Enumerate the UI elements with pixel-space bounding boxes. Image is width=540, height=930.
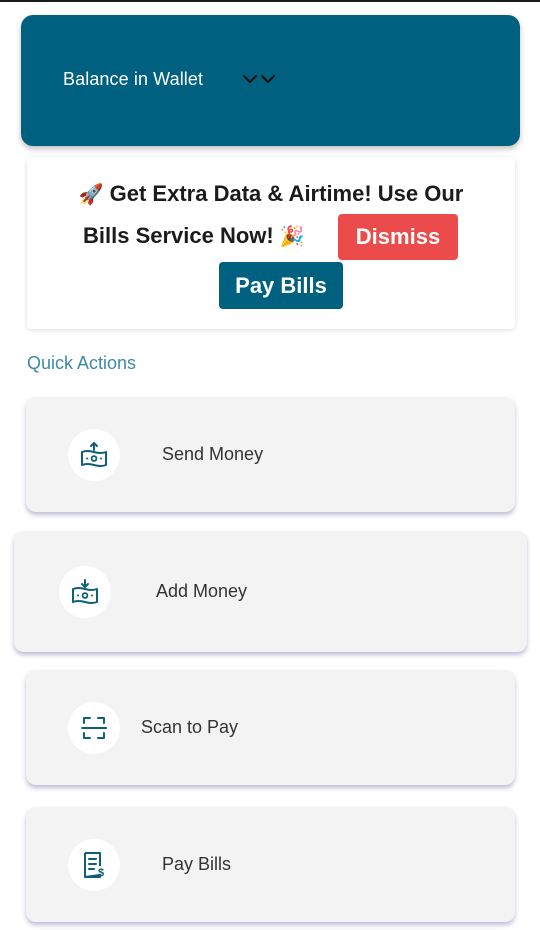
add-money-icon (72, 579, 98, 604)
send-money-icon (81, 442, 107, 467)
send-money-action[interactable]: Send Money (26, 397, 515, 512)
add-money-action[interactable]: Add Money (14, 531, 527, 652)
scan-icon-circle (68, 702, 120, 754)
svg-text:$: $ (98, 867, 104, 879)
scan-icon (81, 717, 107, 739)
wallet-balance-card[interactable]: Balance in Wallet (21, 15, 520, 146)
pay-bills-action[interactable]: $ Pay Bills (26, 807, 515, 922)
pay-bills-label: Pay Bills (162, 854, 232, 874)
top-border (0, 0, 540, 2)
promo-banner: 🚀 Get Extra Data & Airtime! Use Our Bill… (27, 157, 515, 329)
dismiss-button[interactable]: Dismiss (338, 214, 458, 260)
wallet-balance-label: Balance in Wallet (63, 69, 204, 89)
scan-to-pay-label: Scan to Pay (141, 717, 239, 737)
rocket-icon: 🚀 (78, 182, 104, 206)
bill-icon-circle: $ (68, 839, 120, 891)
double-chevron-down-icon[interactable] (242, 73, 278, 89)
party-popper-icon: 🎉 (279, 224, 305, 248)
promo-headline-text: Get Extra Data & Airtime! Use Our (109, 181, 464, 206)
quick-actions-title: Quick Actions (27, 353, 137, 373)
promo-headline: 🚀 Get Extra Data & Airtime! Use Our (27, 181, 515, 207)
promo-subline-text: Bills Service Now! (83, 223, 274, 248)
promo-subline: Bills Service Now! 🎉 (83, 223, 305, 249)
bill-icon: $ (84, 852, 104, 879)
send-money-icon-circle (68, 429, 120, 481)
send-money-label: Send Money (162, 444, 264, 464)
add-money-label: Add Money (156, 581, 248, 601)
pay-bills-button[interactable]: Pay Bills (219, 262, 343, 309)
add-money-icon-circle (59, 566, 111, 618)
scan-to-pay-action[interactable]: Scan to Pay (26, 670, 515, 785)
